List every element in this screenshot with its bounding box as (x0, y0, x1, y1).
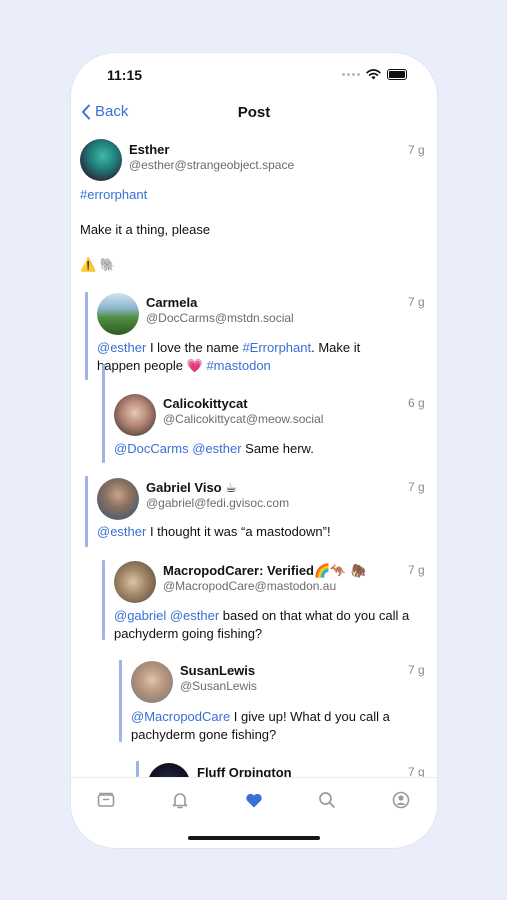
post-body: @DocCarms @esther Same herw. (114, 440, 404, 458)
reply-post[interactable]: Fluff Orpington 7 g (71, 761, 437, 777)
avatar[interactable] (114, 394, 156, 436)
post-body: @esther I love the name #Errorphant. Mak… (97, 339, 397, 375)
body-text: I love the name (146, 340, 243, 355)
wifi-icon (366, 69, 381, 80)
post-time: 7 g (408, 480, 425, 494)
hashtag-link[interactable]: #errorphant (80, 186, 147, 204)
author-name[interactable]: Gabriel Viso ☕ (146, 480, 237, 496)
author-handle[interactable]: @MacropodCare@mastodon.au (163, 579, 336, 593)
post-body: Make it a thing, please (80, 222, 211, 237)
mention-link[interactable]: @esther (192, 441, 241, 456)
author-name[interactable]: Calicokittycat (163, 396, 248, 411)
thread-line (102, 364, 105, 463)
status-bar: 11:15 (71, 53, 437, 97)
author-handle[interactable]: @esther@strangeobject.space (129, 158, 294, 172)
avatar[interactable] (131, 661, 173, 703)
post-time: 7 g (408, 143, 425, 157)
tab-bar (71, 777, 437, 822)
author-handle[interactable]: @Calicokittycat@meow.social (163, 412, 323, 426)
post-time: 7 g (408, 765, 425, 777)
status-icons (342, 69, 407, 80)
avatar[interactable] (97, 478, 139, 520)
tab-favorites[interactable] (243, 789, 265, 811)
bell-icon (172, 793, 188, 809)
author-name[interactable]: Fluff Orpington (197, 765, 292, 777)
author-name[interactable]: SusanLewis (180, 663, 255, 678)
thread-line (85, 476, 88, 547)
search-icon (319, 792, 335, 808)
body-text: I thought it was “a mastodown”! (146, 524, 331, 539)
author-name[interactable]: MacropodCarer: Verified🌈🦘 🦣 (163, 563, 366, 579)
thread-line (119, 660, 122, 742)
mention-link[interactable]: @DocCarms (114, 441, 189, 456)
phone-screen: 11:15 Back Post Esther @esther@strangeob… (71, 53, 437, 848)
post-body: @MacropodCare I give up! What d you call… (131, 708, 421, 744)
hashtag-link[interactable]: #Errorphant (242, 340, 311, 355)
cellular-icon (342, 73, 360, 76)
tab-notifications[interactable] (169, 789, 191, 811)
avatar[interactable] (114, 561, 156, 603)
battery-icon (387, 69, 407, 80)
thread-line (102, 560, 105, 640)
hashtag-link[interactable]: #mastodon (206, 358, 270, 373)
mention-link[interactable]: @esther (97, 524, 146, 539)
profile-icon (392, 791, 410, 809)
author-name[interactable]: Esther (129, 142, 169, 157)
thread-line (85, 292, 88, 380)
post-body: @gabriel @esther based on that what do y… (114, 607, 424, 643)
tab-profile[interactable] (390, 789, 412, 811)
author-name[interactable]: Carmela (146, 295, 197, 310)
inbox-icon (97, 792, 115, 807)
post-time: 7 g (408, 663, 425, 677)
post-body: @esther I thought it was “a mastodown”! (97, 523, 397, 541)
post-emoji: ⚠️ 🐘 (80, 257, 116, 272)
post-time: 7 g (408, 295, 425, 309)
home-indicator[interactable] (188, 836, 320, 840)
status-time: 11:15 (107, 67, 143, 83)
mention-link[interactable]: @esther (170, 608, 219, 623)
post-time: 6 g (408, 396, 425, 410)
mention-link[interactable]: @gabriel (114, 608, 166, 623)
avatar[interactable] (148, 763, 190, 777)
nav-bar: Back Post (71, 99, 437, 129)
author-handle[interactable]: @gabriel@fedi.gvisoc.com (146, 496, 289, 510)
author-handle[interactable]: @SusanLewis (180, 679, 257, 693)
main-post[interactable]: Esther @esther@strangeobject.space 7 g #… (71, 139, 437, 279)
avatar[interactable] (97, 293, 139, 335)
author-handle[interactable]: @DocCarms@mstdn.social (146, 311, 294, 325)
mention-link[interactable]: @esther (97, 340, 146, 355)
heart-icon (246, 793, 262, 808)
tab-inbox[interactable] (95, 789, 117, 811)
avatar[interactable] (80, 139, 122, 181)
page-title: Post (237, 104, 271, 121)
body-text: Same herw. (241, 441, 314, 456)
post-time: 7 g (408, 563, 425, 577)
mention-link[interactable]: @MacropodCare (131, 709, 230, 724)
tab-search[interactable] (316, 789, 338, 811)
